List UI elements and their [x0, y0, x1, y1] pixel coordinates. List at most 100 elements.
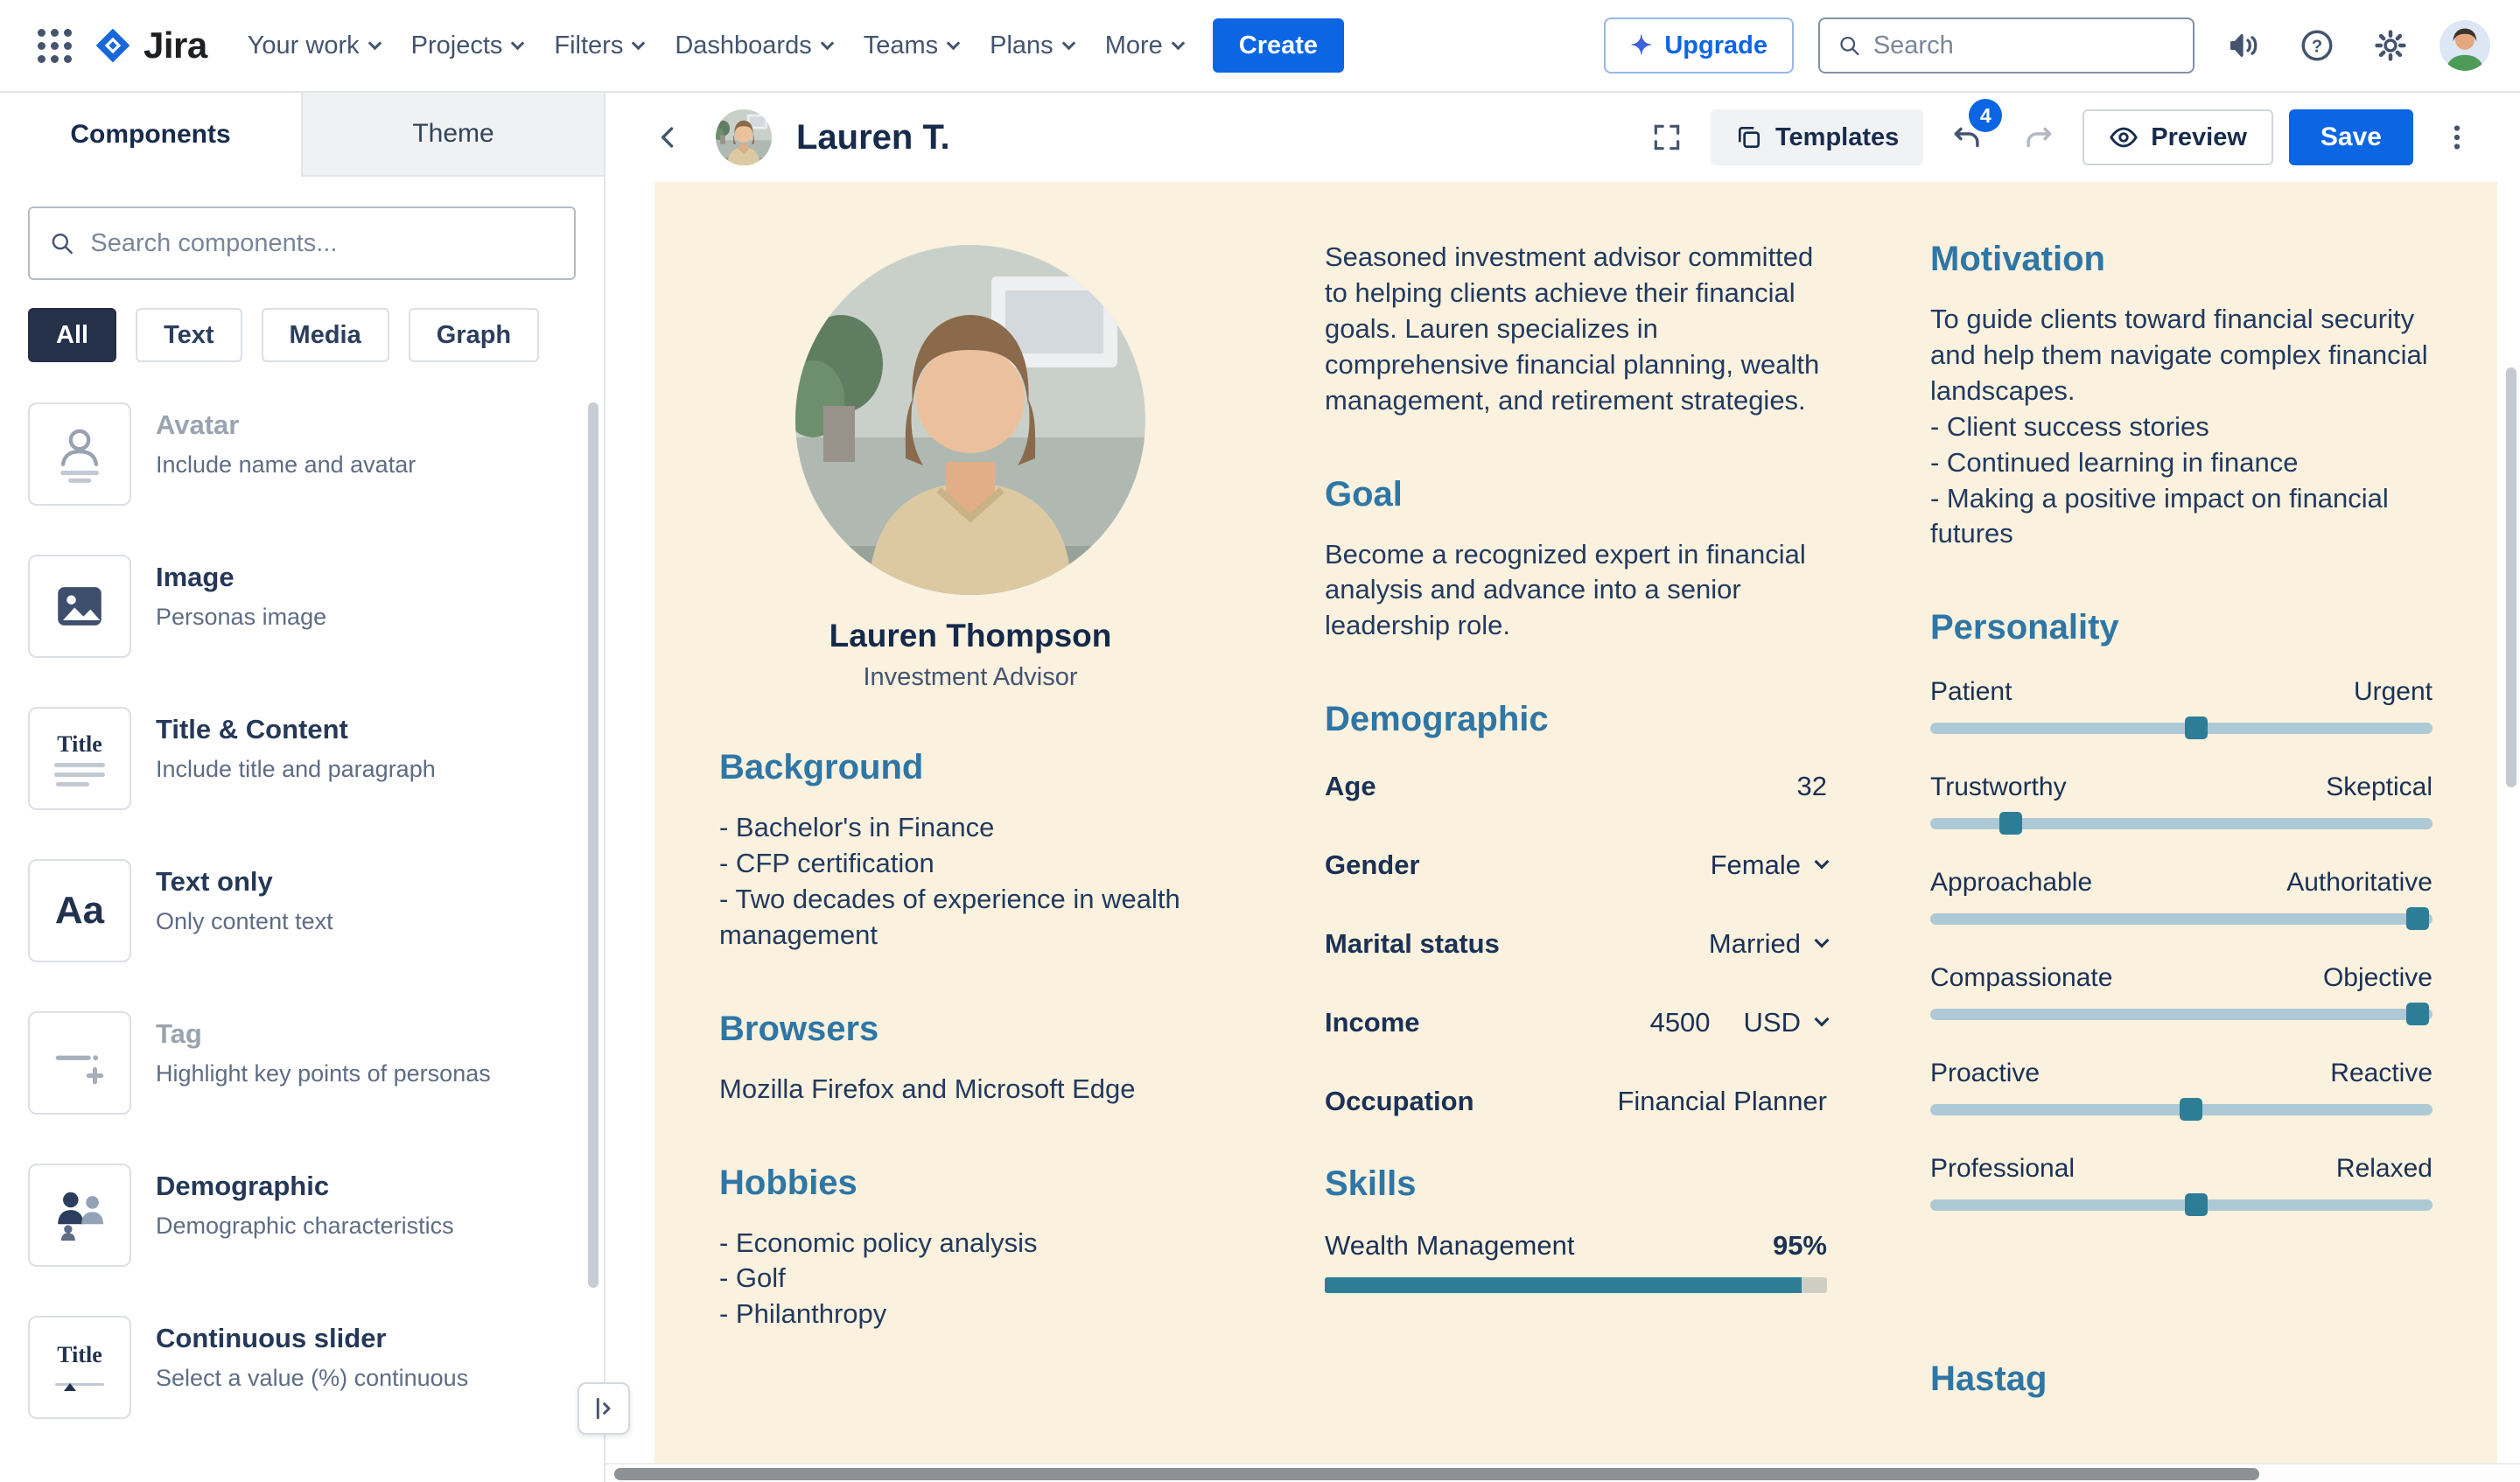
upgrade-button[interactable]: ✦ Upgrade	[1604, 17, 1794, 73]
personality-slider-approachable-authoritative[interactable]: Approachable Authoritative	[1930, 868, 2432, 925]
help-button[interactable]: ?	[2292, 21, 2342, 70]
slider-handle[interactable]	[2185, 717, 2208, 739]
section-heading-demographic[interactable]: Demographic	[1325, 700, 1827, 739]
skill-progress-bar[interactable]	[1325, 1277, 1827, 1293]
user-avatar[interactable]	[2440, 20, 2490, 71]
personality-slider-patient-urgent[interactable]: Patient Urgent	[1930, 677, 2432, 734]
templates-button[interactable]: Templates	[1711, 109, 1923, 165]
component-card-text-only[interactable]: Aa Text only Only content text	[28, 859, 576, 962]
collapse-sidebar-button[interactable]	[578, 1382, 630, 1435]
persona-canvas: Lauren Thompson Investment Advisor Backg…	[654, 182, 2497, 1482]
slider-handle[interactable]	[2185, 1193, 2208, 1216]
section-heading-skills[interactable]: Skills	[1325, 1164, 1827, 1204]
page-vertical-scrollbar[interactable]	[2506, 367, 2516, 787]
demo-row-age[interactable]: Age 32	[1325, 771, 1827, 802]
slider-handle[interactable]	[2406, 1003, 2429, 1025]
tab-theme[interactable]: Theme	[301, 93, 604, 177]
filter-text[interactable]: Text	[136, 308, 242, 362]
global-search-input[interactable]	[1873, 31, 2175, 60]
app-switcher-button[interactable]	[30, 21, 79, 70]
filter-graph[interactable]: Graph	[409, 308, 539, 362]
tab-components[interactable]: Components	[0, 93, 301, 177]
demo-row-gender[interactable]: Gender Female	[1325, 849, 1827, 881]
component-card-image[interactable]: Image Personas image	[28, 555, 576, 658]
slider-track[interactable]	[1930, 1009, 2432, 1020]
page-horizontal-scrollbar[interactable]	[606, 1463, 2520, 1482]
demo-row-income[interactable]: Income 4500 USD	[1325, 1007, 1827, 1038]
sidebar-tabs: Components Theme	[0, 93, 604, 177]
slider-track[interactable]	[1930, 723, 2432, 734]
hobbies-list[interactable]: - Economic policy analysis - Golf - Phil…	[719, 1226, 1222, 1333]
back-button[interactable]	[640, 109, 696, 165]
component-card-continuous-slider[interactable]: Title Continuous slider Select a value (…	[28, 1316, 576, 1419]
currency-dropdown[interactable]: USD	[1744, 1007, 1827, 1038]
nav-more[interactable]: More	[1089, 19, 1199, 73]
component-card-demographic[interactable]: Demographic Demographic characteristics	[28, 1164, 576, 1267]
component-title: Title & Content	[156, 714, 436, 745]
nav-plans[interactable]: Plans	[974, 19, 1089, 73]
components-search[interactable]	[28, 206, 576, 280]
personality-slider-professional-relaxed[interactable]: Professional Relaxed	[1930, 1154, 2432, 1211]
slider-track[interactable]	[1930, 818, 2432, 829]
text-only-icon: Aa	[28, 859, 131, 962]
global-search[interactable]	[1818, 17, 2194, 73]
slider-track[interactable]	[1930, 1104, 2432, 1115]
slider-track[interactable]	[1930, 1199, 2432, 1211]
jira-logo[interactable]: Jira	[93, 24, 207, 66]
filter-all[interactable]: All	[28, 308, 116, 362]
skill-row[interactable]: Wealth Management 95%	[1325, 1230, 1827, 1262]
more-options-button[interactable]	[2429, 109, 2485, 165]
horizontal-scrollbar-thumb[interactable]	[614, 1468, 2259, 1480]
eye-icon	[2109, 122, 2138, 152]
section-heading-goal[interactable]: Goal	[1325, 475, 1827, 514]
section-heading-hashtag[interactable]: Hastag	[1930, 1360, 2432, 1399]
nav-projects[interactable]: Projects	[396, 19, 539, 73]
component-card-avatar[interactable]: Avatar Include name and avatar	[28, 402, 576, 506]
persona-photo[interactable]	[795, 245, 1145, 595]
redo-button[interactable]	[2011, 109, 2067, 165]
create-button[interactable]: Create	[1213, 18, 1344, 73]
slider-handle[interactable]	[1999, 812, 2022, 835]
demo-row-occupation[interactable]: Occupation Financial Planner	[1325, 1086, 1827, 1117]
nav-filters[interactable]: Filters	[538, 19, 659, 73]
filter-media[interactable]: Media	[262, 308, 389, 362]
chevron-down-icon	[1815, 933, 1830, 948]
section-heading-background[interactable]: Background	[719, 748, 1222, 787]
settings-button[interactable]	[2366, 21, 2415, 70]
goal-text[interactable]: Become a recognized expert in financial …	[1325, 537, 1827, 645]
personality-slider-trustworthy-skeptical[interactable]: Trustworthy Skeptical	[1930, 772, 2432, 829]
nav-teams[interactable]: Teams	[848, 19, 974, 73]
persona-summary[interactable]: Seasoned investment advisor committed to…	[1325, 240, 1827, 419]
component-card-tag[interactable]: Tag Highlight key points of personas	[28, 1011, 576, 1115]
background-list[interactable]: - Bachelor's in Finance - CFP certificat…	[719, 810, 1222, 954]
persona-role[interactable]: Investment Advisor	[719, 663, 1222, 692]
persona-name[interactable]: Lauren Thompson	[719, 618, 1222, 654]
personality-slider-compassionate-objective[interactable]: Compassionate Objective	[1930, 963, 2432, 1020]
component-card-title-content[interactable]: Title Title & Content Include title and …	[28, 707, 576, 810]
section-heading-browsers[interactable]: Browsers	[719, 1010, 1222, 1049]
personality-slider-proactive-reactive[interactable]: Proactive Reactive	[1930, 1059, 2432, 1115]
motivation-text[interactable]: To guide clients toward financial securi…	[1930, 302, 2432, 552]
section-heading-hobbies[interactable]: Hobbies	[719, 1164, 1222, 1203]
browsers-text[interactable]: Mozilla Firefox and Microsoft Edge	[719, 1072, 1222, 1108]
chevron-left-icon	[654, 122, 683, 152]
gender-dropdown[interactable]: Female	[1711, 849, 1827, 881]
announcements-button[interactable]	[2219, 21, 2268, 70]
slider-handle[interactable]	[2406, 907, 2429, 930]
slider-handle[interactable]	[2180, 1098, 2202, 1121]
income-value[interactable]: 4500	[1650, 1007, 1711, 1038]
marital-status-dropdown[interactable]: Married	[1709, 928, 1827, 960]
fullscreen-button[interactable]	[1639, 109, 1695, 165]
section-heading-motivation[interactable]: Motivation	[1930, 240, 2432, 279]
chevron-down-icon	[368, 36, 382, 50]
sidebar-scrollbar[interactable]	[588, 402, 598, 1288]
save-button[interactable]: Save	[2289, 109, 2413, 165]
preview-button[interactable]: Preview	[2082, 109, 2273, 165]
demo-row-marital-status[interactable]: Marital status Married	[1325, 928, 1827, 960]
components-search-input[interactable]	[90, 229, 555, 258]
nav-your-work[interactable]: Your work	[232, 19, 396, 73]
skill-percent: 95%	[1773, 1230, 1827, 1262]
section-heading-personality[interactable]: Personality	[1930, 608, 2432, 647]
nav-dashboards[interactable]: Dashboards	[659, 19, 847, 73]
slider-track[interactable]	[1930, 913, 2432, 925]
